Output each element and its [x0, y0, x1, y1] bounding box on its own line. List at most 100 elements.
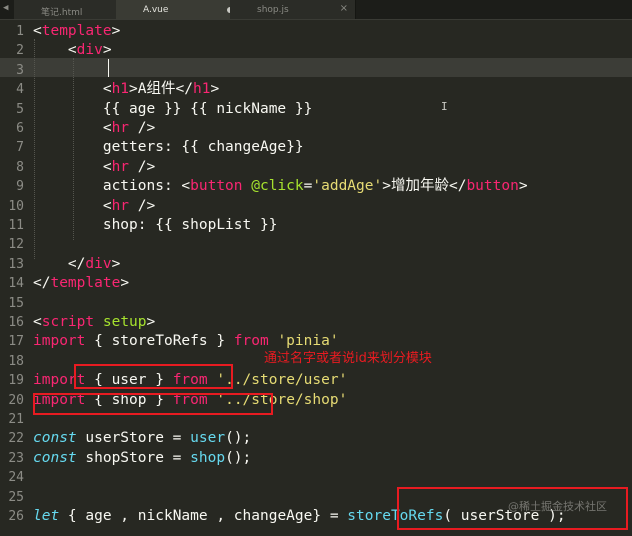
line-number-gutter: 1 2 3 4 5 6 7 8 9 10 11 12 13 14 15 16 17 18 19 20 21 22 23 24 2…: [0, 19, 24, 536]
line-number: 2: [16, 43, 24, 59]
code-line[interactable]: actions: <button @click='addAge'>增加年龄</b…: [33, 177, 528, 196]
line-number: 9: [16, 179, 24, 195]
code-token: >: [146, 314, 156, 330]
line-number: 14: [8, 276, 24, 292]
code-token: hr: [111, 120, 130, 136]
code-line[interactable]: <h1>A组件</h1>: [33, 80, 219, 99]
line-number: 21: [8, 412, 24, 427]
code-token: script: [41, 314, 95, 330]
code-token: { storeToRefs }: [85, 333, 234, 350]
tab-bar: ◀ 笔记.html × A.vue shop.js ×: [0, 0, 632, 20]
code-token: shop: {{ shopList }}: [33, 217, 278, 233]
tab-label: 笔记.html: [41, 8, 83, 18]
code-token: import: [33, 333, 86, 350]
code-token: >增加年龄</: [382, 178, 467, 195]
code-token: <: [33, 158, 112, 175]
code-token: <: [33, 81, 112, 98]
annotation-note: 通过名字或者说id来划分模块: [264, 351, 432, 366]
code-line[interactable]: shop: {{ shopList }}: [33, 216, 278, 235]
watermark: @稀土掘金技术社区: [508, 500, 607, 513]
tab-shop-js[interactable]: shop.js ×: [230, 0, 356, 19]
line-number: 11: [8, 218, 24, 233]
code-token: hr: [111, 197, 130, 214]
code-token: hr: [111, 158, 130, 175]
code-token: />: [129, 197, 156, 214]
code-line[interactable]: const shopStore = shop();: [33, 449, 251, 468]
line-number: 13: [8, 256, 24, 272]
code-token: <: [33, 120, 112, 136]
code-token: </: [33, 255, 86, 272]
code-token: </: [33, 275, 51, 292]
code-token: >A组件</: [129, 81, 193, 98]
code-token: <: [33, 42, 77, 59]
code-token: ();: [225, 449, 252, 466]
line-number: 24: [8, 470, 24, 486]
line-number: 20: [8, 392, 24, 408]
code-token: const: [33, 449, 77, 466]
line-number: 4: [16, 82, 24, 98]
code-token: />: [129, 158, 156, 175]
code-token: >: [102, 42, 112, 59]
code-token: >: [210, 81, 220, 98]
code-line[interactable]: {{ age }} {{ nickName }}: [33, 100, 313, 119]
line-number: 19: [8, 373, 24, 389]
line-number: 15: [8, 295, 24, 311]
line-number: 3: [16, 62, 24, 78]
code-token: <: [33, 314, 42, 330]
code-token: shopStore =: [76, 449, 191, 466]
code-token: '../store/user': [216, 372, 348, 389]
code-token: user: [190, 430, 226, 447]
code-token: >: [111, 255, 121, 272]
code-token: template: [41, 23, 112, 39]
tab-a-vue[interactable]: A.vue: [116, 0, 242, 19]
line-number: 6: [16, 121, 24, 136]
line-number: 22: [8, 431, 24, 447]
code-token: ();: [225, 430, 252, 447]
code-line[interactable]: <hr />: [33, 197, 155, 216]
line-number: 1: [16, 24, 24, 39]
code-token: div: [85, 255, 112, 272]
code-token: @click: [251, 178, 304, 195]
annotation-box-shop-import: [33, 393, 273, 415]
code-token: >: [120, 275, 130, 292]
code-token: {{ age }} {{ nickName }}: [33, 100, 313, 117]
line-number: 25: [8, 489, 24, 505]
line-number: 26: [8, 509, 24, 524]
code-line[interactable]: const userStore = user();: [33, 429, 251, 448]
code-token: h1: [111, 81, 130, 98]
code-token: >: [518, 178, 528, 195]
code-token: const: [33, 430, 77, 447]
line-number: 10: [8, 198, 24, 214]
mouse-ibeam-icon: I: [441, 100, 448, 113]
code-line[interactable]: </template>: [33, 274, 129, 293]
annotation-box-user-import: [74, 364, 233, 389]
code-token: div: [76, 42, 103, 59]
code-token: 'addAge': [312, 178, 383, 195]
code-token: >: [111, 23, 121, 39]
code-line[interactable]: getters: {{ changeAge}}: [33, 138, 304, 157]
tab-label: A.vue: [143, 5, 169, 15]
line-number: 17: [8, 334, 24, 350]
code-line[interactable]: <hr />: [33, 158, 155, 177]
code-token: userStore =: [76, 430, 191, 447]
code-line[interactable]: <div>: [33, 41, 112, 60]
current-line-highlight: [0, 58, 632, 77]
code-token: { age , nickName , changeAge} =: [59, 508, 348, 524]
line-number: 8: [16, 159, 24, 175]
code-token: actions: <: [33, 178, 191, 195]
code-token: let: [33, 508, 60, 524]
line-number: 12: [8, 237, 24, 253]
code-token: h1: [192, 81, 211, 98]
text-cursor: [108, 59, 109, 77]
tab-scroll-left-icon[interactable]: ◀: [3, 3, 8, 13]
code-token: setup: [102, 314, 147, 330]
code-line[interactable]: </div>: [33, 255, 120, 274]
code-line[interactable]: <hr />: [33, 119, 155, 138]
code-line[interactable]: <template>: [33, 22, 120, 41]
close-icon[interactable]: ×: [340, 3, 348, 14]
code-token: shop: [190, 449, 226, 466]
code-token: getters: {{ changeAge}}: [33, 139, 304, 156]
code-token: <: [33, 23, 42, 39]
code-line[interactable]: <script setup>: [33, 313, 155, 332]
